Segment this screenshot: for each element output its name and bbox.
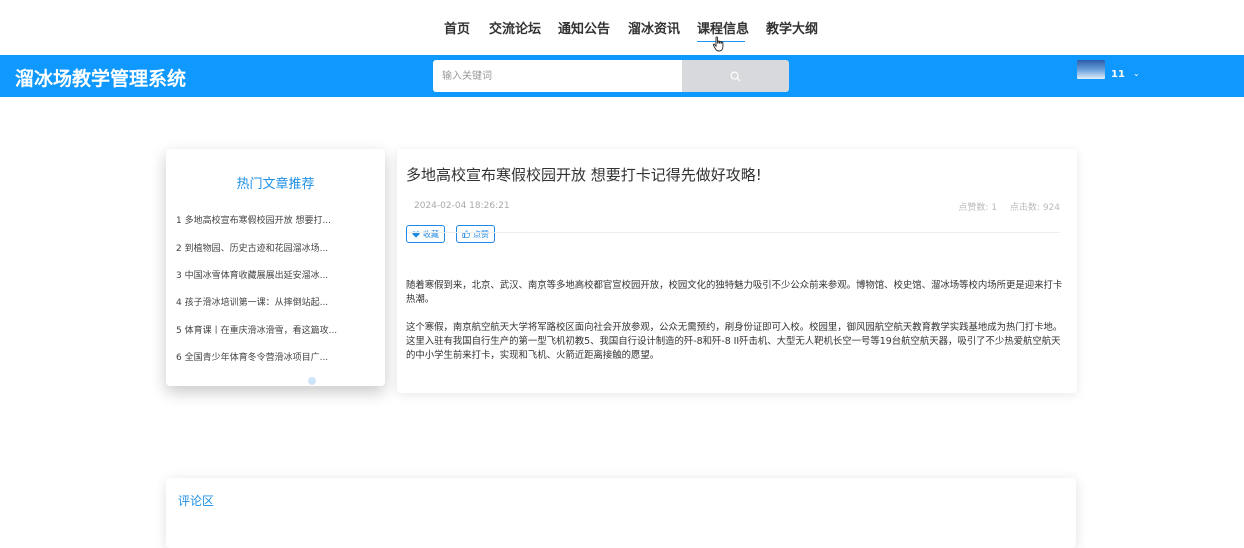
username[interactable]: 11 <box>1111 69 1125 80</box>
search-input[interactable] <box>433 60 682 92</box>
hot-articles-card: 热门文章推荐 1 多地高校宣布寒假校园开放 想要打... 2 到植物园、历史古迹… <box>166 149 385 386</box>
article-stats: 点赞数: 1 点击数: 924 <box>948 200 1060 213</box>
search-button[interactable] <box>682 60 789 92</box>
hand-cursor-icon <box>712 36 724 52</box>
like-button[interactable]: 点赞 <box>456 225 495 243</box>
favorite-label: 收藏 <box>423 229 439 239</box>
hot-articles-title: 热门文章推荐 <box>236 177 315 192</box>
search-icon <box>730 71 741 82</box>
article-title: 多地高校宣布寒假校园开放 想要打卡记得先做好攻略! <box>406 166 762 184</box>
like-label: 点赞 <box>473 229 489 239</box>
nav-skating-news[interactable]: 溜冰资讯 <box>628 18 680 37</box>
nav-courses[interactable]: 课程信息 <box>697 18 749 37</box>
article-card: 多地高校宣布寒假校园开放 想要打卡记得先做好攻略! 2024-02-04 18:… <box>397 149 1077 393</box>
article-paragraph: 这个寒假，南京航空航天大学将军路校区面向社会开放参观，公众无需预约，刷身份证即可… <box>406 322 1063 361</box>
nav-forum[interactable]: 交流论坛 <box>489 18 541 37</box>
hot-article-item[interactable]: 4 孩子滑冰培训第一课：从摔倒站起... <box>176 295 376 308</box>
hot-article-item[interactable]: 3 中国冰雪体育收藏展展出延安溜冰... <box>176 268 376 281</box>
nav-home[interactable]: 首页 <box>444 18 470 37</box>
nav-notices[interactable]: 通知公告 <box>558 18 610 37</box>
article-paragraph: 随着寒假到来，北京、武汉、南京等多地高校都官宣校园开放，校园文化的独特魅力吸引不… <box>406 280 1063 305</box>
site-title: 溜冰场教学管理系统 <box>15 68 187 90</box>
hot-article-item[interactable]: 5 体育课丨在重庆滑冰滑雪，看这篇攻... <box>176 323 376 336</box>
view-count: 点击数: 924 <box>1009 203 1060 213</box>
article-divider <box>407 232 1060 233</box>
favorite-button[interactable]: 收藏 <box>406 225 445 243</box>
like-count: 点赞数: 1 <box>958 203 998 213</box>
top-nav: 首页 交流论坛 通知公告 溜冰资讯 课程信息 教学大纲 <box>0 0 1244 55</box>
comment-section: 评论区 <box>166 478 1076 548</box>
chevron-down-icon[interactable]: ⌄ <box>1133 69 1140 78</box>
article-date: 2024-02-04 18:26:21 <box>414 201 510 211</box>
hot-article-item[interactable]: 2 到植物园、历史古迹和花园溜冰场... <box>176 241 376 254</box>
avatar[interactable] <box>1077 60 1105 79</box>
hot-article-item[interactable]: 1 多地高校宣布寒假校园开放 想要打... <box>176 213 376 226</box>
nav-syllabus[interactable]: 教学大纲 <box>766 18 818 37</box>
hot-article-item[interactable]: 6 全国青少年体育冬令营滑冰项目广... <box>176 350 376 363</box>
decorative-dot <box>308 377 316 385</box>
comment-section-title: 评论区 <box>178 494 215 508</box>
header-bar: 溜冰场教学管理系统 11 ⌄ <box>0 55 1244 97</box>
